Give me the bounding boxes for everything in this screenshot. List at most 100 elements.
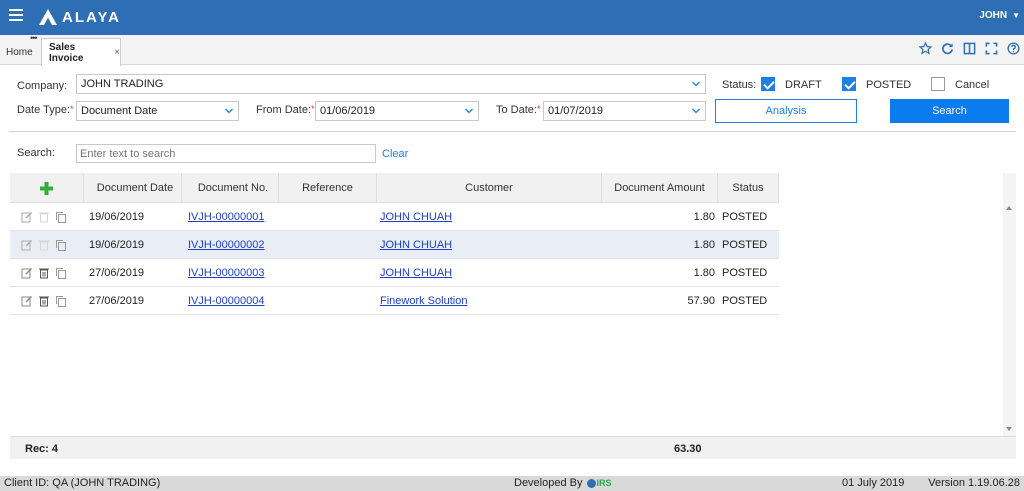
fullscreen-icon[interactable] xyxy=(985,42,998,55)
company-label: Company: xyxy=(17,80,68,92)
column-header-status[interactable]: Status xyxy=(718,173,779,203)
current-date: 01 July 2019 xyxy=(842,477,905,489)
developed-by-label: Developed By xyxy=(514,477,583,489)
from-date-value: 01/06/2019 xyxy=(320,105,376,117)
to-date-select[interactable]: 01/07/2019 xyxy=(543,101,706,121)
customer-link[interactable]: Finework Solution xyxy=(380,295,467,307)
cell-document-amount: 1.80 xyxy=(693,267,715,279)
cell-reference xyxy=(279,259,377,287)
app-logo[interactable]: ALAYA xyxy=(38,8,121,26)
copy-icon[interactable] xyxy=(55,295,67,307)
cell-customer: JOHN CHUAH xyxy=(377,203,602,231)
cell-document-date: 27/06/2019 xyxy=(89,295,145,307)
copy-icon[interactable] xyxy=(55,267,67,279)
delete-icon[interactable] xyxy=(38,295,50,307)
help-icon[interactable] xyxy=(1007,42,1020,55)
scroll-up-icon[interactable] xyxy=(1006,206,1012,210)
app-header: ALAYA JOHN ▼ xyxy=(0,0,1024,35)
amount-total: 63.30 xyxy=(674,443,702,455)
chevron-down-icon xyxy=(225,108,233,114)
grid-header: Document Date Document No. Reference Cus… xyxy=(10,173,779,203)
analysis-button[interactable]: Analysis xyxy=(715,99,857,123)
status-draft-checkbox[interactable] xyxy=(761,77,775,91)
irs-logo: IRS xyxy=(586,478,612,488)
tab-sales-invoice-label: Sales Invoice xyxy=(49,41,84,64)
document-no-link[interactable]: IVJH-00000002 xyxy=(188,239,264,251)
irs-logo-icon xyxy=(586,478,596,488)
table-row[interactable]: 19/06/2019 IVJH-00000002 JOHN CHUAH 1.80… xyxy=(10,231,779,259)
company-select[interactable]: JOHN TRADING xyxy=(76,74,706,94)
add-row-button[interactable] xyxy=(10,173,84,203)
tab-overflow-icon[interactable]: ••• xyxy=(30,33,38,43)
from-date-label-text: From Date: xyxy=(256,104,312,116)
edit-icon[interactable] xyxy=(21,267,33,279)
row-actions xyxy=(10,231,84,259)
column-header-document-amount[interactable]: Document Amount xyxy=(602,173,718,203)
refresh-icon[interactable] xyxy=(941,42,954,55)
cell-document-no: IVJH-00000003 xyxy=(182,259,279,287)
edit-icon[interactable] xyxy=(21,239,33,251)
customer-link[interactable]: JOHN CHUAH xyxy=(380,267,452,279)
to-date-label-text: To Date: xyxy=(496,104,537,116)
cell-reference xyxy=(279,231,377,259)
search-input[interactable] xyxy=(76,144,376,163)
required-mark: * xyxy=(311,104,315,114)
chevron-down-icon xyxy=(465,108,473,114)
tab-sales-invoice[interactable]: Sales Invoice × xyxy=(41,38,121,66)
delete-icon xyxy=(39,212,49,223)
copy-icon[interactable] xyxy=(55,239,67,251)
cell-status: POSTED xyxy=(722,211,768,223)
table-row[interactable]: 27/06/2019 IVJH-00000004 Finework Soluti… xyxy=(10,287,779,315)
delete-icon xyxy=(39,240,49,251)
chevron-down-icon xyxy=(692,108,700,114)
date-type-select[interactable]: Document Date xyxy=(76,101,239,121)
cell-status: POSTED xyxy=(722,239,768,251)
document-no-link[interactable]: IVJH-00000004 xyxy=(188,295,264,307)
table-row[interactable]: 19/06/2019 IVJH-00000001 JOHN CHUAH 1.80… xyxy=(10,203,779,231)
clear-link[interactable]: Clear xyxy=(382,148,408,160)
chevron-down-icon: ▼ xyxy=(1012,11,1020,20)
customer-link[interactable]: JOHN CHUAH xyxy=(380,211,452,223)
column-header-document-no[interactable]: Document No. xyxy=(182,173,279,203)
columns-icon[interactable] xyxy=(963,42,976,55)
cell-document-amount: 57.90 xyxy=(687,295,715,307)
customer-link[interactable]: JOHN CHUAH xyxy=(380,239,452,251)
document-no-link[interactable]: IVJH-00000003 xyxy=(188,267,264,279)
from-date-select[interactable]: 01/06/2019 xyxy=(315,101,479,121)
required-mark: * xyxy=(70,104,74,114)
date-type-label-text: Date Type: xyxy=(17,104,70,116)
app-version: Version 1.19.06.28 xyxy=(928,477,1020,489)
chevron-down-icon xyxy=(692,81,700,87)
cell-document-date: 27/06/2019 xyxy=(89,267,145,279)
status-cancel-checkbox[interactable] xyxy=(931,77,945,91)
date-type-label: Date Type:* xyxy=(17,104,74,116)
record-count: Rec: 4 xyxy=(25,443,59,455)
client-id: Client ID: QA (JOHN TRADING) xyxy=(4,477,161,489)
row-actions xyxy=(10,287,84,315)
column-header-customer[interactable]: Customer xyxy=(377,173,602,203)
column-header-document-date[interactable]: Document Date xyxy=(84,173,182,203)
copy-icon[interactable] xyxy=(55,211,67,223)
tab-bar: Home ••• Sales Invoice × xyxy=(0,33,1024,66)
user-menu[interactable]: JOHN ▼ xyxy=(979,10,1020,21)
scroll-down-icon[interactable] xyxy=(1006,427,1012,431)
star-icon[interactable] xyxy=(919,42,932,55)
menu-icon[interactable] xyxy=(9,9,23,21)
search-button[interactable]: Search xyxy=(890,99,1009,123)
cell-document-no: IVJH-00000004 xyxy=(182,287,279,315)
grid-scrollbar[interactable] xyxy=(1003,173,1016,436)
cell-customer: JOHN CHUAH xyxy=(377,231,602,259)
table-row[interactable]: 27/06/2019 IVJH-00000003 JOHN CHUAH 1.80… xyxy=(10,259,779,287)
close-icon[interactable]: × xyxy=(114,47,120,58)
edit-icon[interactable] xyxy=(21,211,33,223)
app-logo-text: ALAYA xyxy=(62,8,121,26)
edit-icon[interactable] xyxy=(21,295,33,307)
status-posted-checkbox[interactable] xyxy=(842,77,856,91)
user-name: JOHN xyxy=(979,10,1008,21)
delete-icon[interactable] xyxy=(38,267,50,279)
cell-customer: JOHN CHUAH xyxy=(377,259,602,287)
cell-customer: Finework Solution xyxy=(377,287,602,315)
document-no-link[interactable]: IVJH-00000001 xyxy=(188,211,264,223)
column-header-reference[interactable]: Reference xyxy=(279,173,377,203)
cell-reference xyxy=(279,287,377,315)
